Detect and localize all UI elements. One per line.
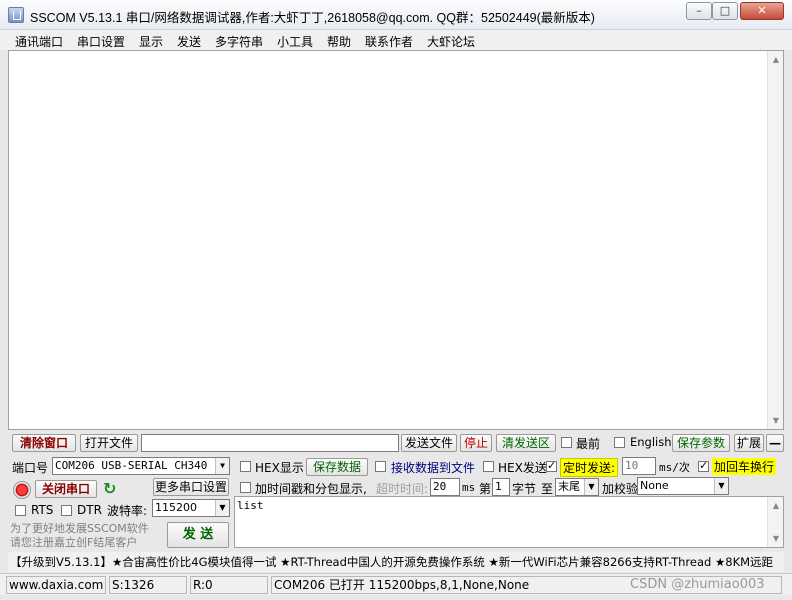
end-select[interactable]: 末尾 ▼	[555, 478, 599, 496]
more-port-settings-button[interactable]: 更多串口设置	[153, 478, 229, 496]
baud-label: 波特率:	[107, 504, 148, 518]
add-crlf-checkbox[interactable]	[698, 459, 709, 472]
chevron-down-icon[interactable]: ▼	[215, 458, 229, 474]
checksum-value: None	[640, 479, 669, 492]
end-value: 末尾	[558, 480, 580, 493]
website-link[interactable]: www.daxia.com	[6, 576, 106, 594]
interval-unit: ms/次	[659, 461, 690, 474]
scroll-down-icon[interactable]: ▼	[768, 416, 784, 425]
app-icon	[8, 7, 24, 23]
menu-comm-port[interactable]: 通讯端口	[15, 33, 63, 50]
add-crlf-label: 加回车换行	[712, 458, 777, 475]
baud-value: 115200	[155, 501, 197, 514]
scroll-up-icon[interactable]: ▲	[768, 501, 784, 510]
send-file-button[interactable]: 发送文件	[401, 434, 457, 452]
menu-serial-settings[interactable]: 串口设置	[77, 33, 125, 50]
sent-count: S:1326	[109, 576, 187, 594]
timeout-label: 超时时间:	[376, 482, 429, 496]
port-status-icon	[13, 481, 31, 499]
timeout-input[interactable]: 20	[430, 478, 460, 496]
rts-label: RTS	[31, 503, 54, 517]
menu-display[interactable]: 显示	[139, 33, 163, 50]
close-button[interactable]: ✕	[740, 2, 784, 20]
byte-label: 字节	[512, 482, 537, 496]
hex-show-label: HEX显示	[255, 461, 304, 475]
send-text: list	[237, 499, 264, 512]
announcement-bar: 【升级到V5.13.1】★合宙高性价比4G模块值得一试 ★RT-Thread中国…	[8, 552, 784, 572]
promo-line-2: 请您注册嘉立创F结尾客户	[10, 536, 138, 549]
menu-contact[interactable]: 联系作者	[365, 33, 413, 50]
byte-start-label: 第	[479, 482, 492, 496]
timed-send-checkbox[interactable]	[546, 459, 557, 472]
title-bar: SSCOM V5.13.1 串口/网络数据调试器,作者:大虾丁丁,2618058…	[0, 0, 792, 30]
english-label: English	[630, 435, 672, 449]
announcement-text: 【升级到V5.13.1】★合宙高性价比4G模块值得一试 ★RT-Thread中国…	[10, 555, 774, 569]
recv-to-file-checkbox[interactable]	[375, 461, 386, 472]
english-checkbox[interactable]	[614, 437, 625, 448]
checksum-label: 加校验	[602, 482, 639, 496]
expand-button[interactable]: 扩展	[734, 434, 764, 452]
to-label: 至	[541, 482, 554, 496]
chevron-down-icon[interactable]: ▼	[714, 478, 728, 494]
maximize-button[interactable]: □	[712, 2, 738, 20]
chevron-down-icon[interactable]: ▼	[215, 500, 229, 516]
menu-tools[interactable]: 小工具	[277, 33, 313, 50]
dtr-checkbox[interactable]	[61, 505, 72, 516]
window-title: SSCOM V5.13.1 串口/网络数据调试器,作者:大虾丁丁,2618058…	[30, 11, 595, 25]
scroll-up-icon[interactable]: ▲	[768, 55, 784, 64]
menu-multi-string[interactable]: 多字符串	[215, 33, 263, 50]
close-port-button[interactable]: 关闭串口	[35, 480, 97, 498]
menu-forum[interactable]: 大虾论坛	[427, 33, 475, 50]
menu-send[interactable]: 发送	[177, 33, 201, 50]
save-data-button[interactable]: 保存数据	[306, 458, 368, 476]
port-value: COM206 USB-SERIAL CH340	[55, 459, 208, 472]
file-path-input[interactable]	[141, 434, 399, 452]
clear-window-button[interactable]: 清除窗口	[12, 434, 76, 452]
refresh-icon[interactable]: ↻	[103, 479, 116, 498]
send-input[interactable]: list ▲ ▼	[234, 496, 784, 548]
promo-line-1: 为了更好地发展SSCOM软件	[10, 522, 149, 535]
clear-send-button[interactable]: 清发送区	[496, 434, 556, 452]
receive-scrollbar[interactable]: ▲ ▼	[767, 51, 783, 429]
stop-button[interactable]: 停止	[460, 434, 492, 452]
byte-index-input[interactable]: 1	[492, 478, 510, 496]
save-params-button[interactable]: 保存参数	[672, 434, 730, 452]
timestamp-checkbox[interactable]	[240, 482, 251, 493]
menu-bar: 通讯端口 串口设置 显示 发送 多字符串 小工具 帮助 联系作者 大虾论坛	[0, 30, 792, 50]
port-select[interactable]: COM206 USB-SERIAL CH340 ▼	[52, 457, 230, 475]
collapse-button[interactable]: —	[766, 434, 784, 452]
status-bar: www.daxia.com S:1326 R:0 COM206 已打开 1152…	[0, 573, 792, 595]
receive-area[interactable]: ▲ ▼	[8, 50, 784, 430]
menu-help[interactable]: 帮助	[327, 33, 351, 50]
send-scrollbar[interactable]: ▲ ▼	[767, 497, 783, 547]
rts-checkbox[interactable]	[15, 505, 26, 516]
timestamp-label: 加时间戳和分包显示,	[255, 482, 367, 496]
timeout-unit: ms	[462, 481, 476, 494]
dtr-label: DTR	[77, 503, 102, 517]
baud-select[interactable]: 115200 ▼	[152, 499, 230, 517]
recv-to-file-label: 接收数据到文件	[391, 461, 476, 475]
open-file-button[interactable]: 打开文件	[80, 434, 138, 452]
topmost-checkbox[interactable]	[561, 437, 572, 448]
watermark: CSDN @zhumiao003	[630, 577, 765, 592]
topmost-label: 最前	[576, 437, 601, 451]
chevron-down-icon[interactable]: ▼	[584, 479, 598, 495]
checksum-select[interactable]: None ▼	[637, 477, 729, 495]
scroll-down-icon[interactable]: ▼	[768, 534, 784, 543]
port-label: 端口号	[12, 461, 49, 475]
hex-show-checkbox[interactable]	[240, 461, 251, 472]
interval-input[interactable]: 10	[622, 457, 656, 475]
hex-send-checkbox[interactable]	[483, 461, 494, 472]
send-button[interactable]: 发 送	[167, 522, 229, 548]
timed-send-label: 定时发送:	[560, 458, 619, 477]
minimize-button[interactable]: –	[686, 2, 712, 20]
hex-send-label: HEX发送	[498, 461, 547, 475]
recv-count: R:0	[190, 576, 268, 594]
